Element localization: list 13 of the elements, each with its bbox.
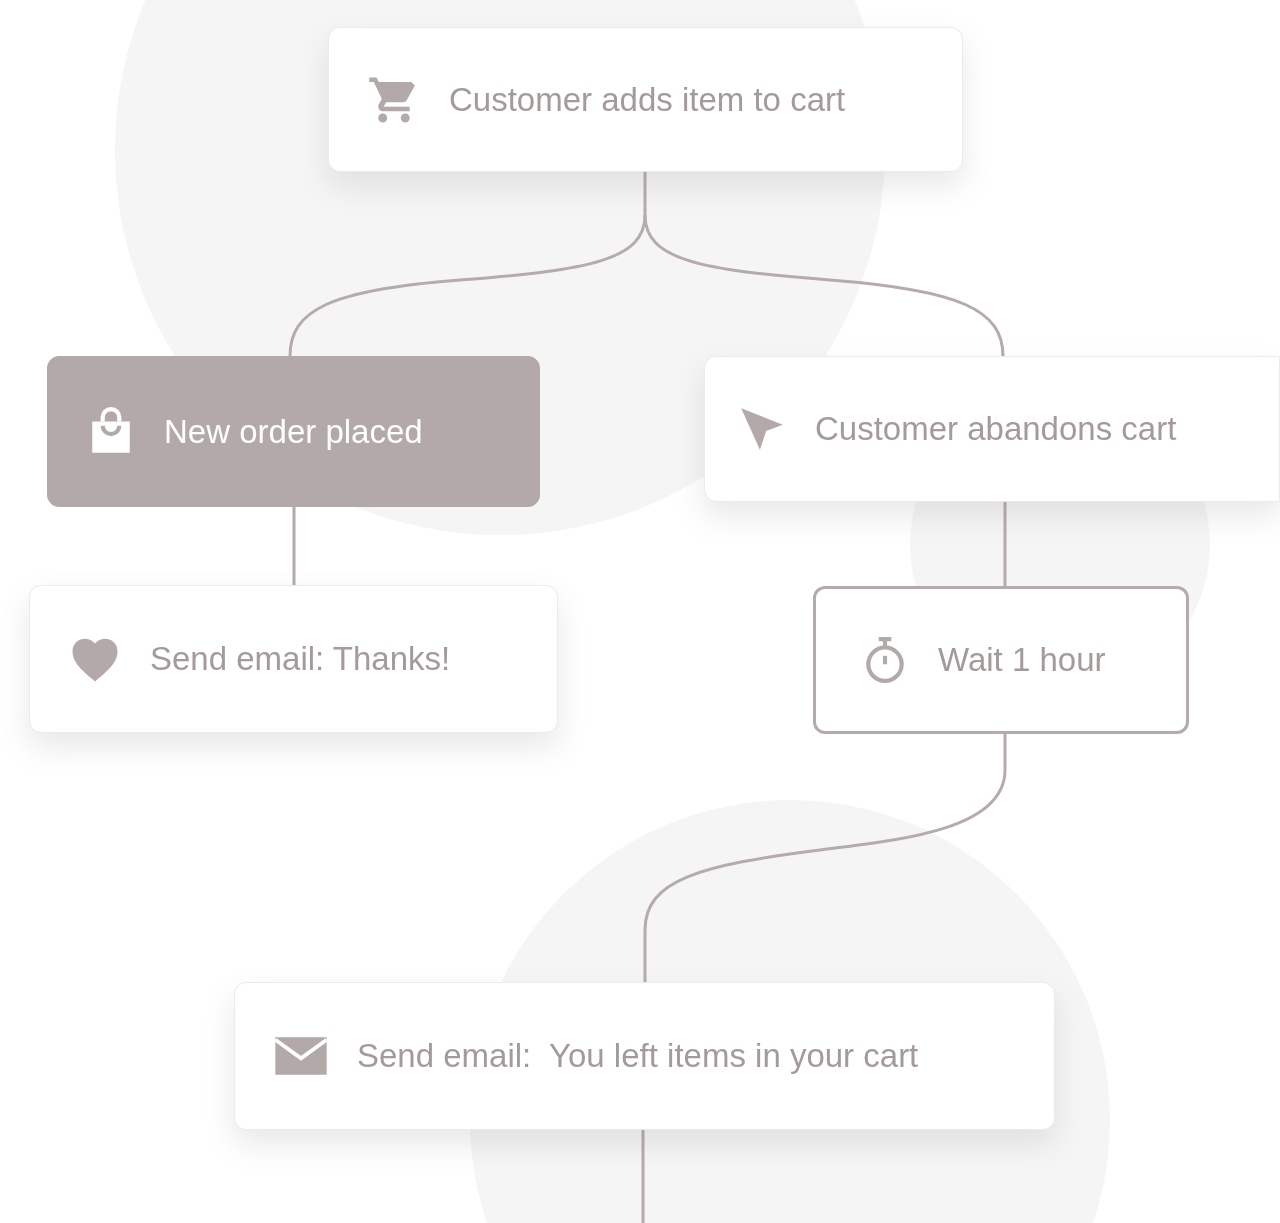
- node-label: New order placed: [164, 411, 423, 452]
- node-label: Send email: Thanks!: [150, 639, 451, 679]
- envelope-icon: [273, 1034, 329, 1078]
- workflow-node[interactable]: New order placed: [47, 356, 540, 507]
- node-label: Customer abandons cart: [815, 409, 1177, 449]
- workflow-node[interactable]: Send email: You left items in your cart: [234, 982, 1055, 1130]
- workflow-node[interactable]: Send email: Thanks!: [29, 585, 558, 733]
- node-label: Send email: You left items in your cart: [357, 1036, 919, 1076]
- node-label: Wait 1 hour: [938, 640, 1106, 680]
- workflow-node[interactable]: Wait 1 hour: [813, 586, 1189, 734]
- node-label: Customer adds item to cart: [449, 79, 846, 120]
- workflow-node[interactable]: Customer abandons cart: [704, 356, 1280, 502]
- workflow-node[interactable]: Customer adds item to cart: [328, 27, 963, 172]
